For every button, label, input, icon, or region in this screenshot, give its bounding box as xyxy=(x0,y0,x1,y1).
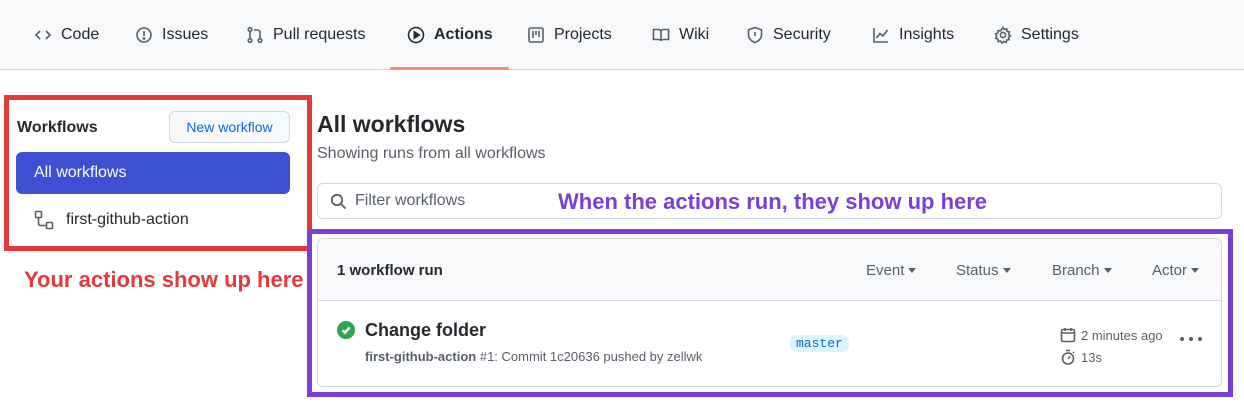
code-icon xyxy=(34,26,52,44)
active-tab-underline xyxy=(390,67,509,70)
left-annotation-note: Your actions show up here xyxy=(24,267,304,292)
tab-wiki[interactable]: Wiki xyxy=(652,0,709,70)
workflows-heading: Workflows xyxy=(17,119,98,136)
caret-down-icon xyxy=(1191,268,1200,273)
tab-code[interactable]: Code xyxy=(34,0,99,70)
tab-label: Pull requests xyxy=(273,26,366,43)
table-row[interactable]: Change folder first-github-action #1: Co… xyxy=(318,301,1221,386)
page-title: All workflows xyxy=(317,111,466,137)
run-details: #1: Commit 1c20636 pushed by zellwk xyxy=(479,349,703,364)
dropdown-label: Event xyxy=(866,262,905,279)
run-workflow-name: first-github-action xyxy=(365,349,477,364)
tab-label: Code xyxy=(61,26,100,43)
tab-issues[interactable]: Issues xyxy=(135,0,208,70)
dropdown-label: Actor xyxy=(1152,262,1188,279)
tab-actions[interactable]: Actions xyxy=(407,0,493,70)
workflow-icon xyxy=(34,210,54,230)
right-annotation-note: When the actions run, they show up here xyxy=(558,189,988,214)
run-duration-value: 13s xyxy=(1081,349,1102,365)
run-count: 1 workflow run xyxy=(337,262,443,279)
calendar-icon xyxy=(1060,328,1076,343)
tab-settings[interactable]: Settings xyxy=(994,0,1079,70)
caret-down-icon xyxy=(1103,268,1112,273)
tab-projects[interactable]: Projects xyxy=(527,0,612,70)
status-filter-dropdown[interactable]: Status xyxy=(956,262,1011,279)
tab-label: Actions xyxy=(434,26,493,43)
tab-label: Wiki xyxy=(679,26,710,43)
actor-filter-dropdown[interactable]: Actor xyxy=(1152,262,1200,279)
run-time: 2 minutes ago xyxy=(1060,327,1163,343)
tab-label: Settings xyxy=(1021,26,1079,43)
workflow-runs-panel: 1 workflow run Event Status Branch Actor… xyxy=(317,238,1222,387)
tab-label: Insights xyxy=(899,26,955,43)
run-duration: 13s xyxy=(1060,349,1102,365)
search-icon xyxy=(330,193,347,210)
pull-request-icon xyxy=(246,26,264,44)
tab-label: Issues xyxy=(162,26,209,43)
shield-icon xyxy=(746,26,764,44)
dropdown-label: Status xyxy=(956,262,999,279)
stopwatch-icon xyxy=(1061,349,1075,365)
graph-icon xyxy=(872,26,890,44)
tab-security[interactable]: Security xyxy=(746,0,831,70)
tab-label: Security xyxy=(773,26,831,43)
project-icon xyxy=(527,26,545,44)
caret-down-icon xyxy=(1002,268,1011,273)
sidebar-item-label: first-github-action xyxy=(66,211,189,228)
event-filter-dropdown[interactable]: Event xyxy=(866,262,917,279)
run-time-ago: 2 minutes ago xyxy=(1081,327,1163,343)
run-meta: first-github-action #1: Commit 1c20636 p… xyxy=(365,349,702,364)
runs-header: 1 workflow run Event Status Branch Actor xyxy=(318,239,1221,301)
page-subtitle: Showing runs from all workflows xyxy=(317,145,546,162)
sidebar-item-label: All workflows xyxy=(34,164,127,181)
sidebar-item-first-github-action[interactable]: first-github-action xyxy=(16,202,290,238)
check-circle-icon xyxy=(337,321,355,339)
caret-down-icon xyxy=(908,268,917,273)
kebab-menu-icon[interactable] xyxy=(1180,331,1202,347)
sidebar-item-all-workflows[interactable]: All workflows xyxy=(16,152,290,194)
issue-icon xyxy=(135,26,153,44)
run-title[interactable]: Change folder xyxy=(365,320,486,341)
dropdown-label: Branch xyxy=(1052,262,1100,279)
gear-icon xyxy=(994,26,1012,44)
book-icon xyxy=(652,26,670,44)
play-icon xyxy=(407,26,425,44)
repo-nav: Code Issues Pull requests Actions Projec… xyxy=(0,0,1244,70)
new-workflow-button[interactable]: New workflow xyxy=(169,111,290,143)
tab-insights[interactable]: Insights xyxy=(872,0,954,70)
tab-pull-requests[interactable]: Pull requests xyxy=(246,0,366,70)
tab-label: Projects xyxy=(554,26,612,43)
branch-badge[interactable]: master xyxy=(790,335,849,352)
branch-filter-dropdown[interactable]: Branch xyxy=(1052,262,1112,279)
